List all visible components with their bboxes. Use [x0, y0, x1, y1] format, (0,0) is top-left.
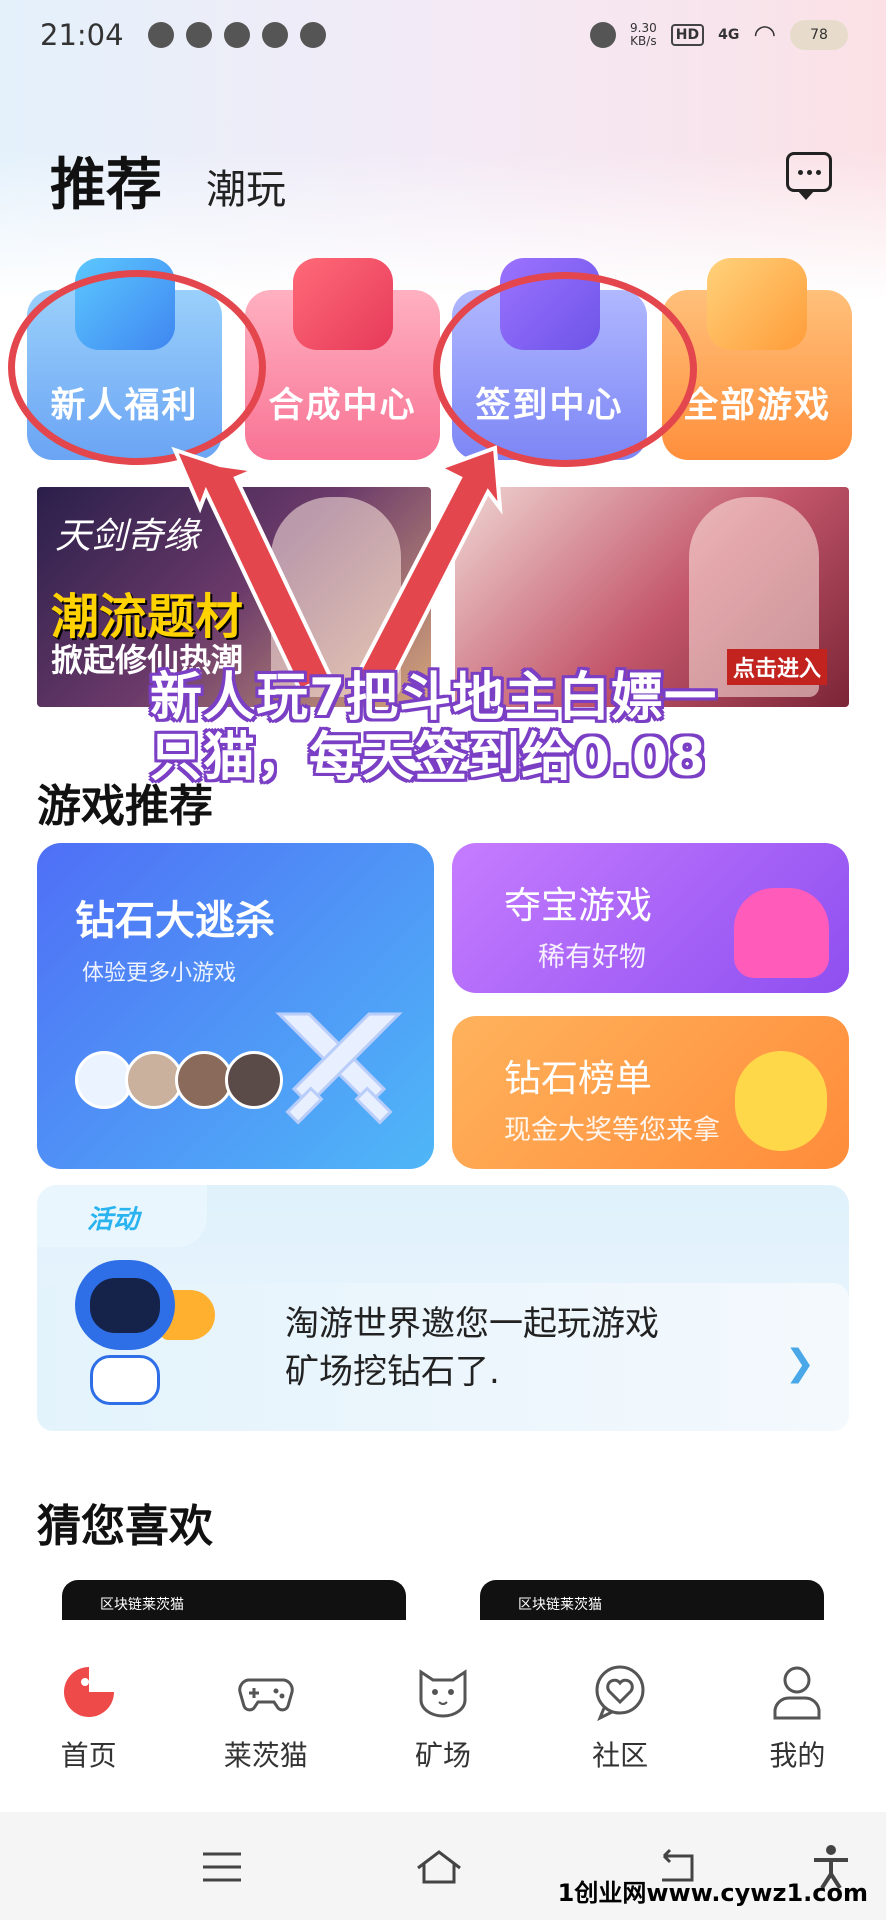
nav-item-community[interactable]: 社区	[560, 1662, 680, 1810]
overlay-caption: 新人玩7把斗地主白嫖一只猫，每天签到给0.08	[150, 668, 718, 788]
annotation-arrows	[171, 445, 503, 697]
nav-label: 莱茨猫	[223, 1739, 308, 1772]
card-subtitle: 稀有好物	[538, 942, 646, 973]
battery-indicator: 78	[790, 20, 848, 50]
check-icon	[223, 22, 250, 48]
nav-label: 矿场	[414, 1739, 471, 1772]
card-title: 钻石大逃杀	[75, 898, 275, 944]
nav-item-laicimao[interactable]: 莱茨猫	[206, 1662, 326, 1810]
wifi-icon: ◠	[753, 20, 776, 50]
hd-badge: HD	[670, 24, 705, 46]
heart-chat-icon	[590, 1662, 650, 1722]
system-nav-bar: 1创业网www.cywz1.com	[0, 1812, 886, 1920]
nav-label: 社区	[592, 1739, 649, 1772]
player-avatars	[75, 1051, 283, 1109]
qq-icon	[147, 22, 174, 48]
card-subtitle: 现金大奖等您来拿	[504, 1115, 720, 1146]
card-treasure-game[interactable]: 夺宝游戏 稀有好物	[452, 843, 849, 993]
nav-item-me[interactable]: 我的	[737, 1662, 857, 1810]
alipay-icon	[299, 22, 326, 48]
chevron-right-icon[interactable]: ❯	[785, 1343, 815, 1384]
menu-icon[interactable]	[197, 1842, 247, 1892]
status-time: 21:04	[40, 18, 124, 52]
nav-label: 首页	[60, 1739, 117, 1772]
section-title-guess: 猜您喜欢	[37, 1501, 213, 1552]
nav-item-mine-field[interactable]: 矿场	[383, 1662, 503, 1810]
tab-recommend[interactable]: 推荐	[50, 140, 162, 221]
signal-label: 4G	[718, 27, 740, 43]
card-diamond-battle[interactable]: 钻石大逃杀 体验更多小游戏	[37, 843, 434, 1169]
nav-label: 我的	[769, 1739, 826, 1772]
nav-item-home[interactable]: 首页	[29, 1662, 149, 1810]
net-speed: 9.30 KB/s	[630, 21, 657, 48]
message-icon[interactable]	[786, 152, 832, 200]
activity-text: 淘游世界邀您一起玩游戏 矿场挖钻石了.	[285, 1304, 659, 1392]
status-bar: 21:04 9.30 KB/s HD 4G ◠ 78	[0, 0, 886, 70]
crossed-swords-icon	[275, 1012, 403, 1125]
card-title: 夺宝游戏	[504, 884, 652, 927]
card-diamond-ranking[interactable]: 钻石榜单 现金大奖等您来拿	[452, 1016, 849, 1169]
robot-mascot-icon	[65, 1250, 215, 1420]
app-notification-icon	[261, 22, 288, 48]
bottom-nav: 首页 莱茨猫 矿场 社区 我的	[0, 1620, 886, 1810]
trophy-icon	[734, 888, 829, 978]
status-right: 9.30 KB/s HD 4G ◠ 78	[590, 20, 848, 50]
activity-banner[interactable]: 活动 淘游世界邀您一起玩游戏 矿场挖钻石了. ❯	[37, 1185, 849, 1431]
activity-tag: 活动	[37, 1185, 207, 1247]
notification-icons	[147, 22, 326, 48]
card-subtitle: 体验更多小游戏	[82, 961, 237, 986]
watermark: 1创业网www.cywz1.com	[557, 1879, 868, 1907]
home-icon[interactable]	[414, 1842, 464, 1892]
card-title: 钻石榜单	[504, 1057, 652, 1100]
home-pacman-icon	[59, 1662, 119, 1722]
person-icon	[767, 1662, 827, 1722]
cat-icon	[413, 1662, 473, 1722]
duck-mascot-icon	[735, 1051, 827, 1151]
alarm-icon	[590, 22, 617, 48]
grid-icon	[707, 258, 807, 350]
section-title-games: 游戏推荐	[37, 781, 213, 832]
gamepad-icon	[236, 1662, 296, 1722]
gift-bag-icon	[292, 258, 393, 350]
top-tabs: 推荐 潮玩	[50, 140, 286, 221]
handshake-icon	[185, 22, 212, 48]
tab-trendy[interactable]: 潮玩	[206, 157, 286, 221]
